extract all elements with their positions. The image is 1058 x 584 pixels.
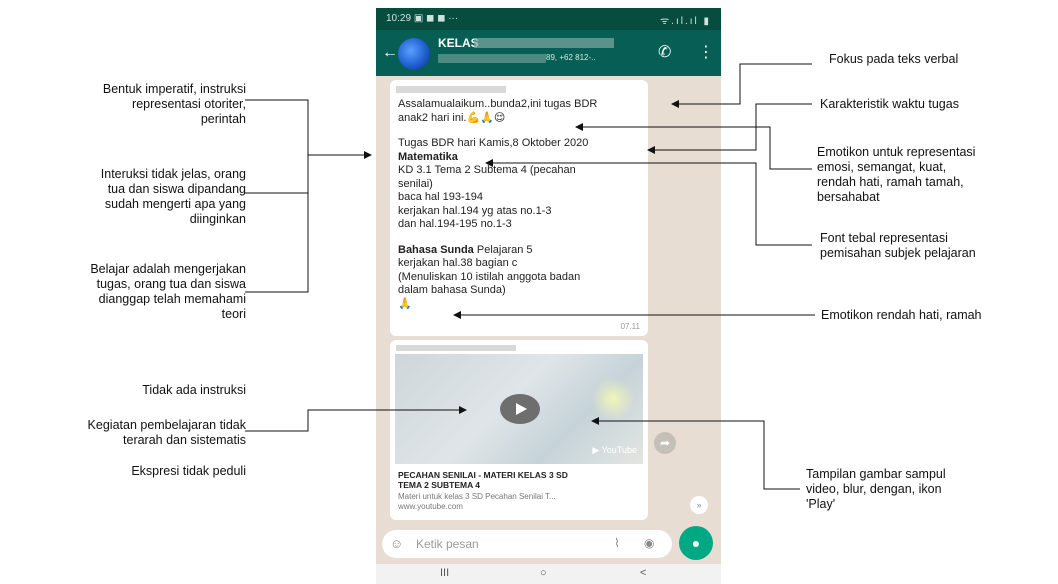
annotation-connectors xyxy=(245,63,815,490)
video-left-arrow xyxy=(245,406,467,432)
bold-font-arrow xyxy=(485,159,812,246)
thumbnail-arrow xyxy=(591,417,800,490)
verbal-focus-arrow xyxy=(671,63,812,108)
left-bracket-line xyxy=(245,99,309,293)
